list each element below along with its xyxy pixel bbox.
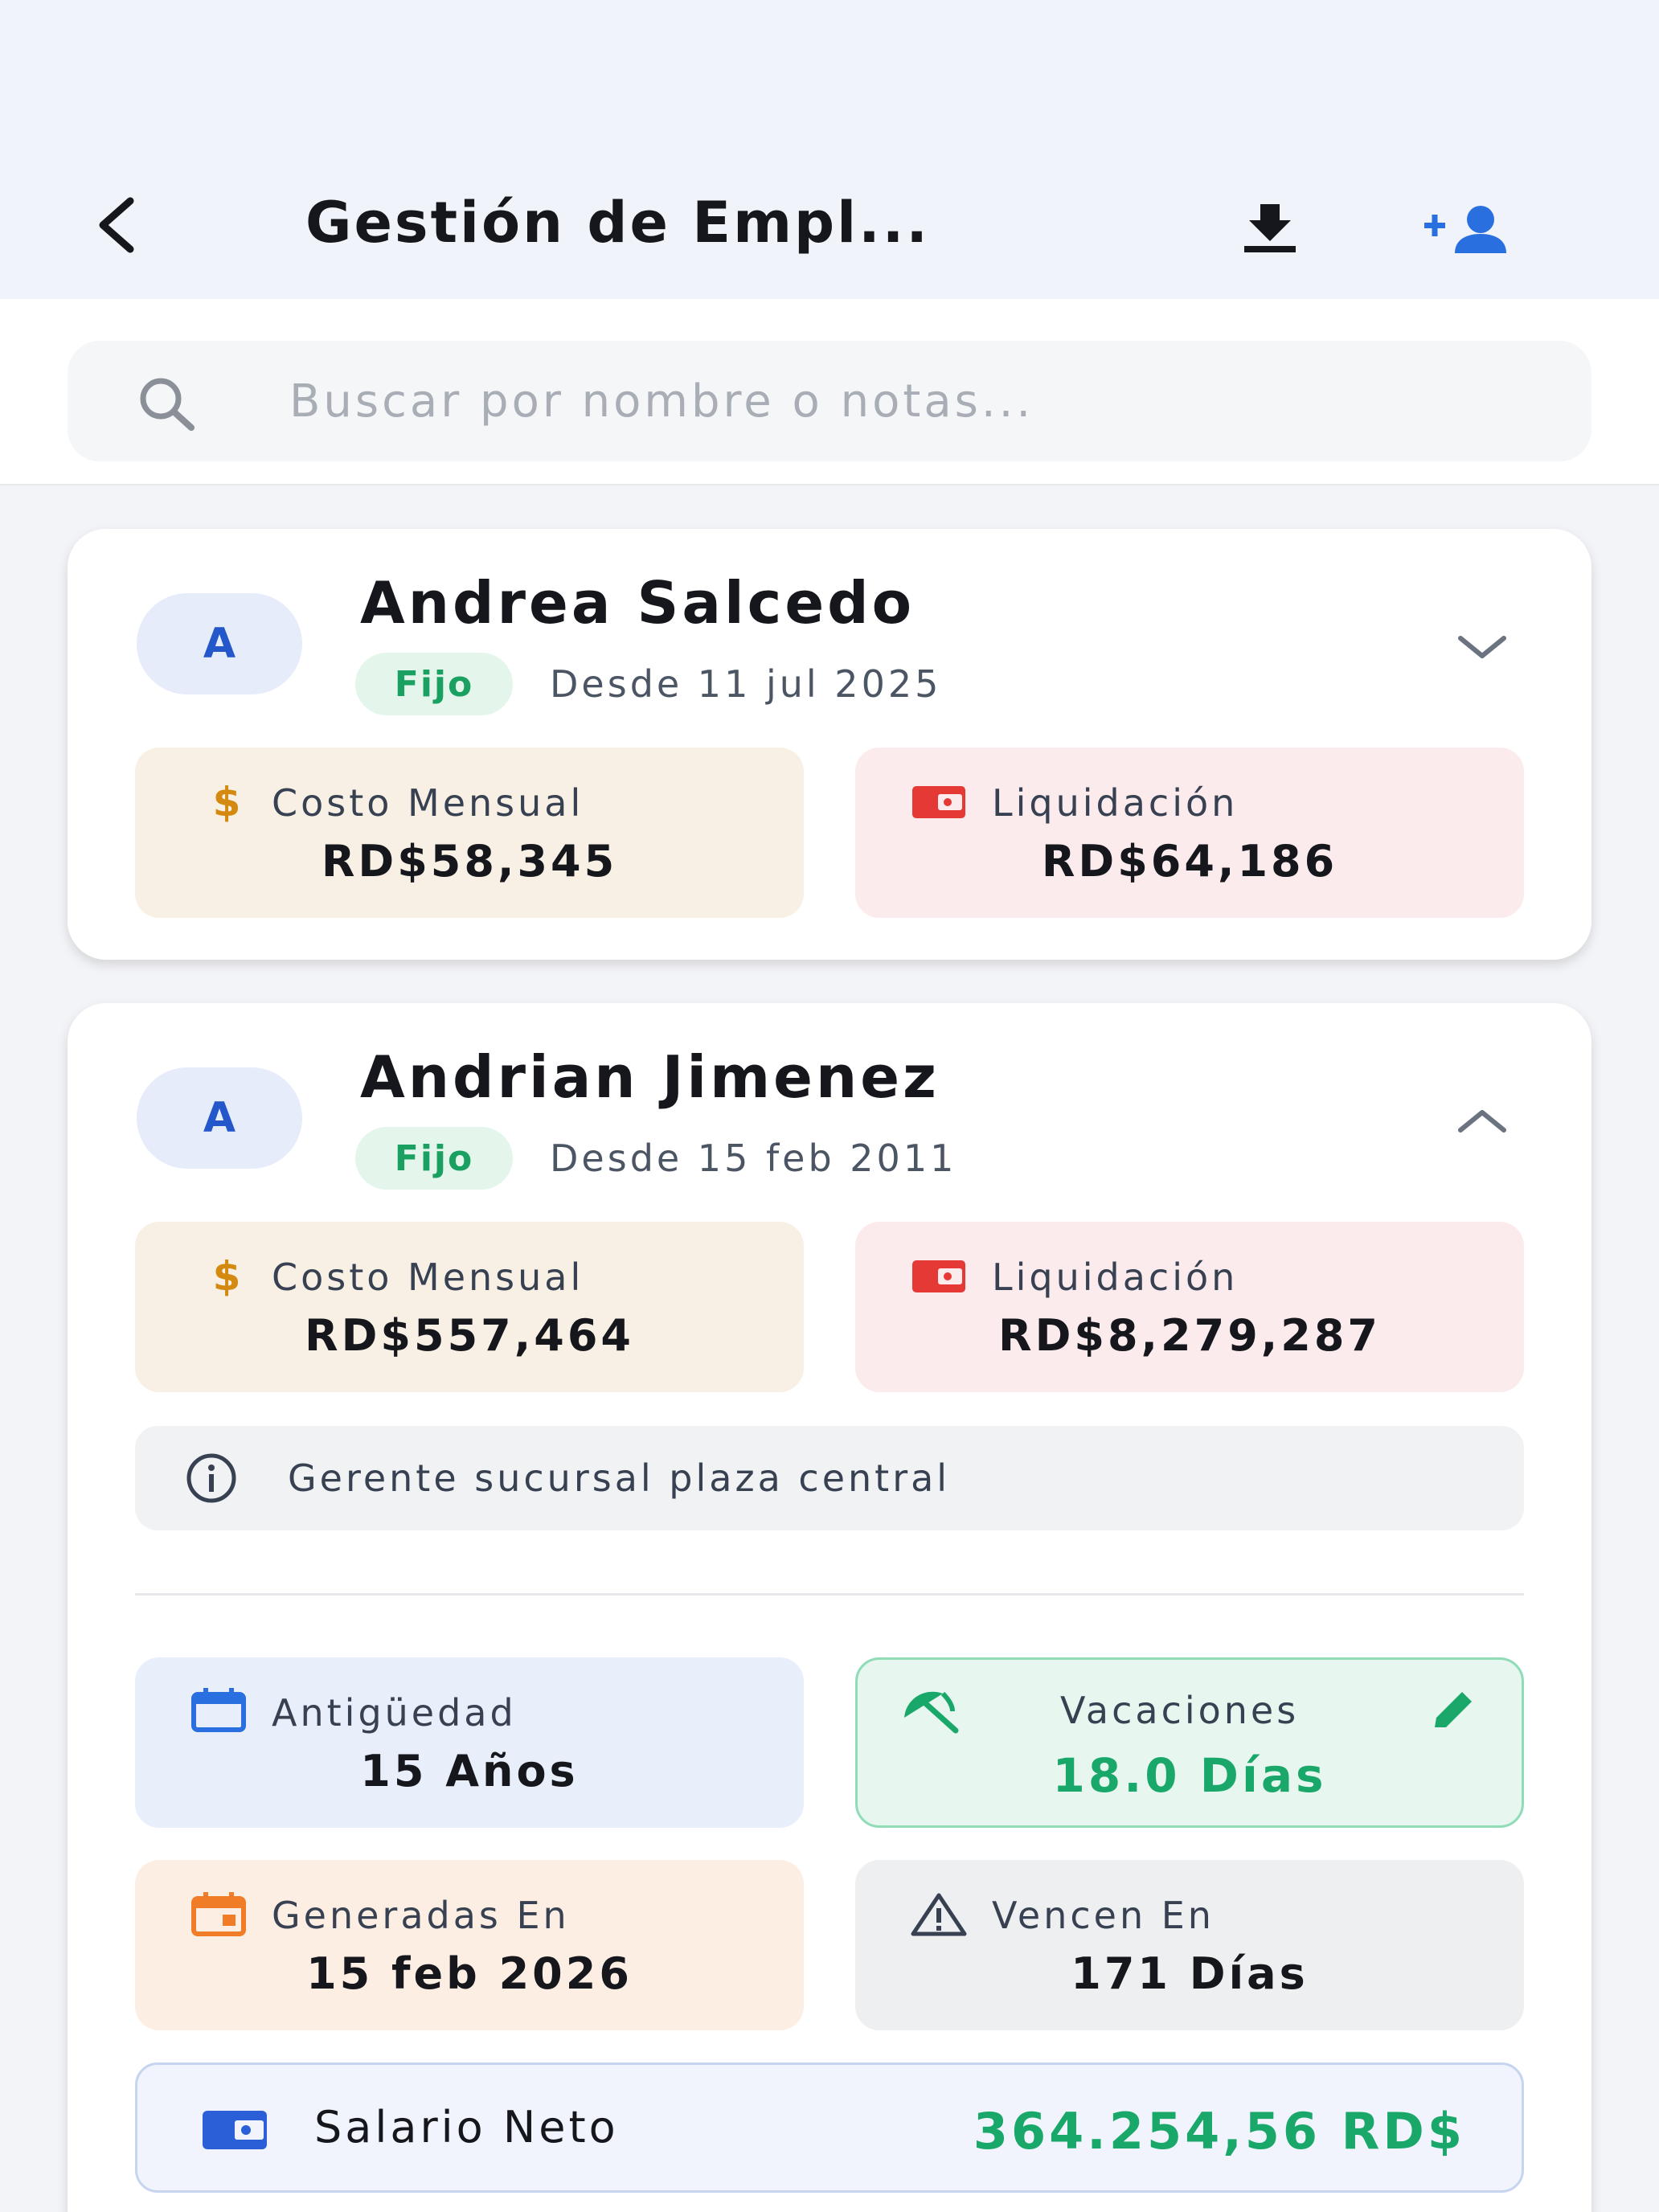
edit-vacation-button[interactable]: [1420, 1686, 1485, 1734]
net-salary-box: Salario Neto 364.254,56 RD$: [135, 2062, 1524, 2193]
generated-date-tile: Generadas En 15 feb 2026: [135, 1860, 804, 2030]
monthly-cost-tile: $ Costo Mensual RD$557,464: [135, 1222, 804, 1392]
dollar-icon: $: [212, 779, 241, 825]
avatar: A: [137, 1067, 302, 1169]
liquidation-tile: Liquidación RD$8,279,287: [855, 1222, 1524, 1392]
back-button[interactable]: [80, 185, 153, 265]
chevron-down-icon: [1458, 636, 1506, 658]
employee-card[interactable]: A Andrea Salcedo Fijo Desde 11 jul 2025 …: [68, 529, 1591, 960]
employee-card[interactable]: A Andrian Jimenez Fijo Desde 15 feb 2011…: [68, 1003, 1591, 2212]
download-button[interactable]: [1230, 193, 1310, 265]
note-text: Gerente sucursal plaza central: [288, 1456, 951, 1500]
vacation-tile[interactable]: Vacaciones 18.0 Días: [855, 1657, 1524, 1828]
divider: [135, 1593, 1524, 1596]
page-title: Gestión de Empl...: [305, 190, 930, 256]
search-input[interactable]: [289, 357, 1543, 445]
generated-value: 15 feb 2026: [306, 1948, 633, 1999]
employment-type-badge: Fijo: [355, 1127, 513, 1190]
generated-label: Generadas En: [272, 1894, 570, 1937]
net-salary-value: 364.254,56 RD$: [973, 2102, 1465, 2161]
liquidation-label: Liquidación: [992, 781, 1239, 825]
liquidation-value: RD$8,279,287: [997, 1310, 1382, 1361]
hire-date: Desde 15 feb 2011: [550, 1137, 957, 1180]
monthly-cost-value: RD$557,464: [305, 1310, 634, 1361]
calendar-event-icon: [186, 1890, 251, 1939]
liquidation-value: RD$64,186: [1041, 836, 1338, 887]
add-employee-button[interactable]: [1415, 193, 1527, 265]
wallet-icon: [907, 1252, 971, 1301]
monthly-cost-value: RD$58,345: [321, 836, 618, 887]
wallet-icon: [199, 2103, 271, 2157]
vacation-label: Vacaciones: [1060, 1689, 1300, 1732]
calendar-icon: [186, 1686, 251, 1735]
monthly-cost-tile: $ Costo Mensual RD$58,345: [135, 748, 804, 918]
download-icon: [1244, 204, 1296, 252]
search-bar: [0, 299, 1659, 485]
chevron-up-icon: [1458, 1110, 1506, 1133]
expand-button[interactable]: [1434, 614, 1530, 678]
search-field[interactable]: [68, 341, 1591, 461]
liquidation-tile: Liquidación RD$64,186: [855, 748, 1524, 918]
expires-tile: Vencen En 171 Días: [855, 1860, 1524, 2030]
hire-date: Desde 11 jul 2025: [550, 662, 942, 706]
search-icon: [140, 378, 195, 431]
chevron-left-icon: [99, 197, 134, 253]
employment-type-badge: Fijo: [355, 653, 513, 715]
person-add-icon: [1424, 206, 1506, 253]
avatar: A: [137, 593, 302, 694]
wallet-icon: [907, 778, 971, 826]
vacation-value: 18.0 Días: [1052, 1748, 1327, 1803]
beach-umbrella-icon: [899, 1686, 964, 1734]
monthly-cost-label: Costo Mensual: [272, 1256, 584, 1299]
warning-icon: [907, 1890, 971, 1939]
seniority-label: Antigüedad: [272, 1691, 517, 1735]
employee-note: Gerente sucursal plaza central: [135, 1426, 1524, 1530]
app-bar: Gestión de Empl...: [0, 0, 1659, 299]
liquidation-label: Liquidación: [992, 1256, 1239, 1299]
seniority-tile: Antigüedad 15 Años: [135, 1657, 804, 1828]
net-salary-label: Salario Neto: [314, 2102, 619, 2153]
monthly-cost-label: Costo Mensual: [272, 781, 584, 825]
collapse-button[interactable]: [1434, 1088, 1530, 1153]
employee-name: Andrea Salcedo: [360, 569, 916, 637]
dollar-icon: $: [212, 1253, 241, 1300]
seniority-value: 15 Años: [360, 1746, 579, 1796]
pencil-icon: [1435, 1692, 1472, 1727]
info-icon: [183, 1453, 240, 1503]
employee-name: Andrian Jimenez: [360, 1043, 940, 1111]
expires-label: Vencen En: [992, 1894, 1215, 1937]
expires-value: 171 Días: [1071, 1948, 1309, 1999]
